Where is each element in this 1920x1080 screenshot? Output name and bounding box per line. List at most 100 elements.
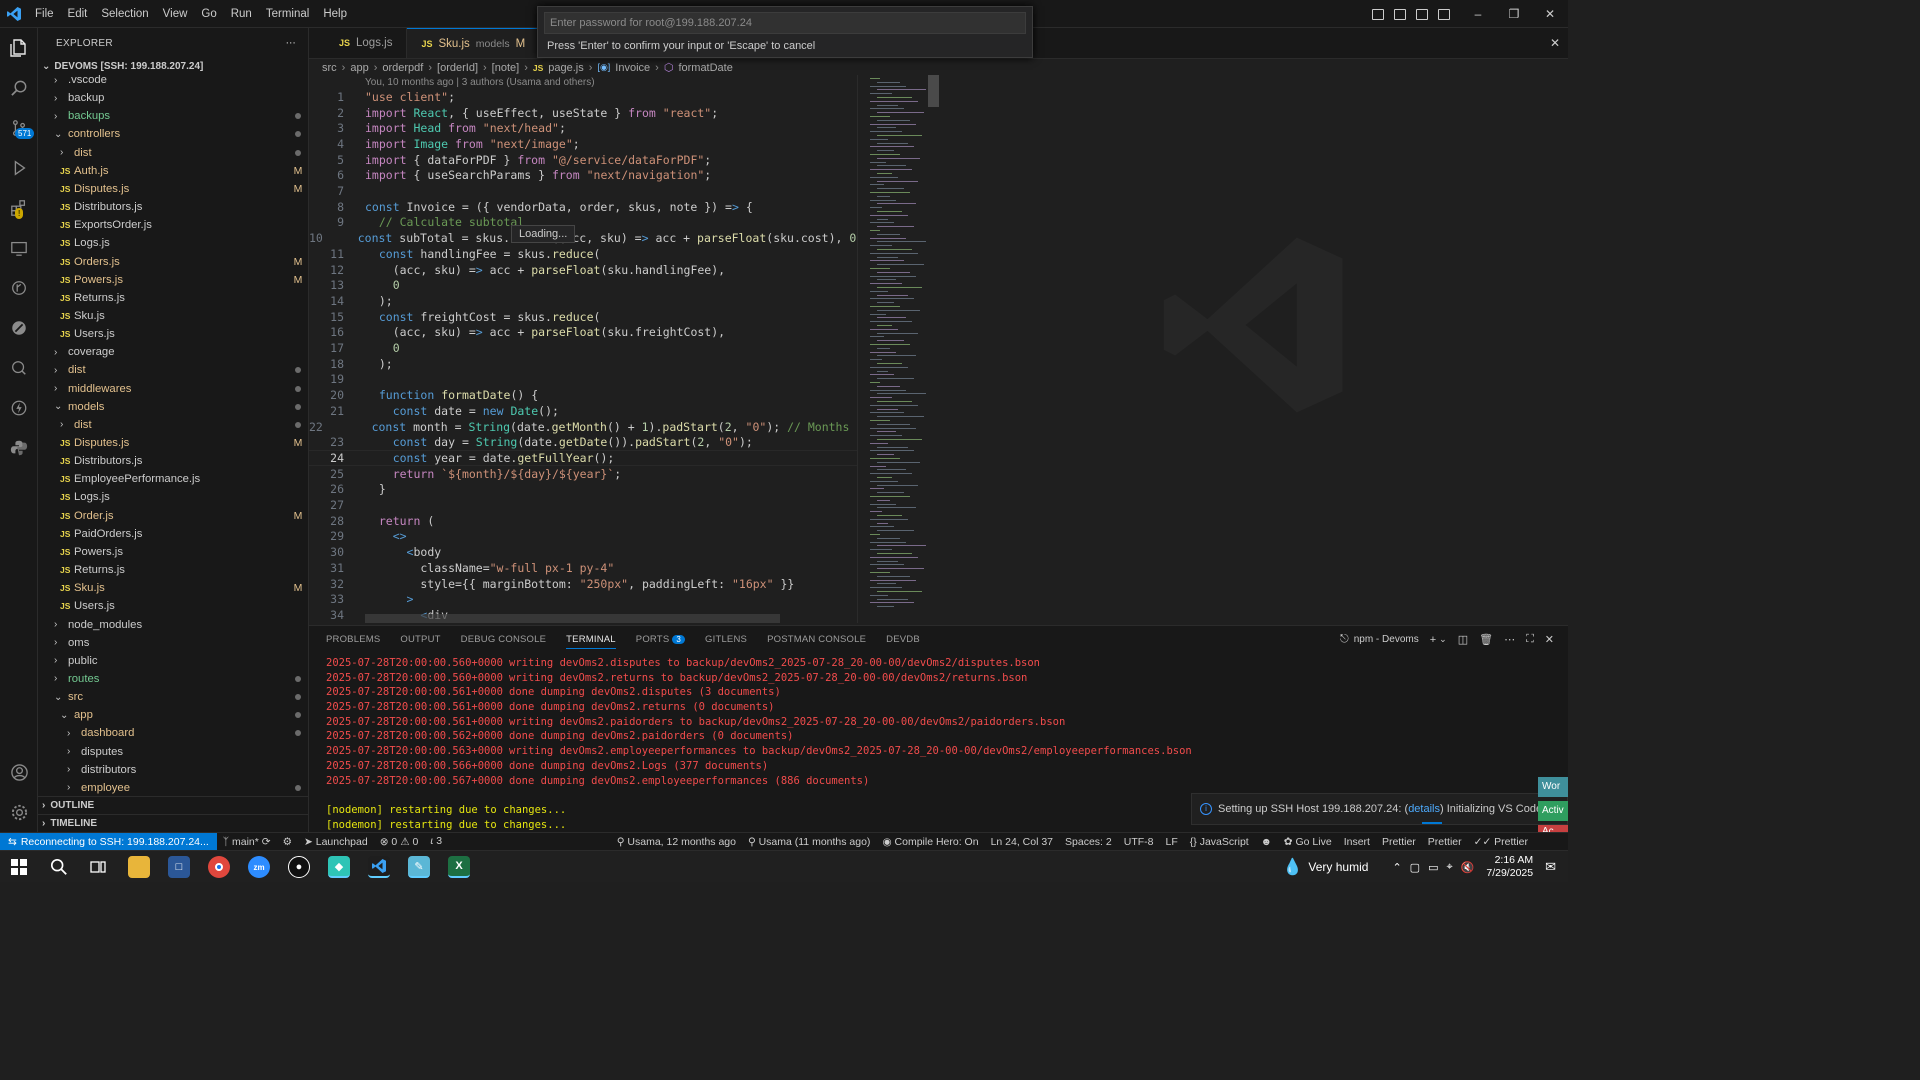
battery-icon[interactable]: ▭ xyxy=(1428,861,1438,874)
breadcrumb-item[interactable]: src xyxy=(322,62,337,74)
gitlens-icon[interactable] xyxy=(7,276,31,300)
folder-item[interactable]: › coverage xyxy=(38,343,308,361)
remote-indicator[interactable]: ⇆ Reconnecting to SSH: 199.188.207.24... xyxy=(0,832,217,851)
menu-terminal[interactable]: Terminal xyxy=(259,0,316,28)
windows-start-icon[interactable] xyxy=(8,856,30,878)
file-item[interactable]: JS ExportsOrder.js xyxy=(38,216,308,234)
folder-item[interactable]: › dist xyxy=(38,416,308,434)
encoding[interactable]: UTF-8 xyxy=(1118,836,1160,848)
trash-icon[interactable]: 🗑 xyxy=(1479,633,1493,646)
file-item[interactable]: JS Distributors.js xyxy=(38,452,308,470)
timeline-section[interactable]: › TIMELINE xyxy=(38,814,308,832)
minimap-slider[interactable] xyxy=(928,75,939,107)
side-badge-work[interactable]: Wor xyxy=(1538,777,1568,797)
restore-button[interactable]: ❐ xyxy=(1496,0,1532,28)
horizontal-scrollbar[interactable] xyxy=(365,614,780,623)
file-item[interactable]: JS Logs.js xyxy=(38,234,308,252)
side-badge-active[interactable]: Activ xyxy=(1538,801,1568,821)
menu-view[interactable]: View xyxy=(156,0,195,28)
gitlens-blame-codelens[interactable]: You, 10 months ago | 3 authors (Usama an… xyxy=(365,77,595,88)
tab-debug-console[interactable]: DEBUG CONSOLE xyxy=(461,634,546,649)
folder-item[interactable]: › disputes xyxy=(38,743,308,761)
outline-section[interactable]: › OUTLINE xyxy=(38,796,308,814)
breadcrumb-item[interactable]: [orderId] xyxy=(437,62,478,74)
tab-devdb[interactable]: DEVDB xyxy=(886,634,920,649)
menu-edit[interactable]: Edit xyxy=(61,0,95,28)
copilot-icon[interactable]: ☻ xyxy=(1255,836,1278,848)
tab-output[interactable]: OUTPUT xyxy=(400,634,440,649)
password-input[interactable] xyxy=(544,12,1026,34)
chevron-up-icon[interactable]: ⌃ xyxy=(1392,861,1401,874)
more-actions-icon[interactable]: ⋯ xyxy=(1504,633,1515,646)
minimize-button[interactable]: – xyxy=(1460,0,1496,28)
end-of-line[interactable]: LF xyxy=(1159,836,1183,848)
tab-terminal[interactable]: TERMINAL xyxy=(566,634,616,649)
forwarded-ports[interactable]: 𝜄 3 xyxy=(424,835,448,848)
settings-gear-icon[interactable] xyxy=(7,800,31,824)
notifications-icon[interactable]: ✉ xyxy=(1545,859,1556,875)
blame-author-item[interactable]: ⚲ Usama, 12 months ago xyxy=(611,836,742,848)
prettier-item-2[interactable]: Prettier xyxy=(1422,836,1468,848)
git-branch[interactable]: ᛉ main* ⟳ xyxy=(217,836,277,848)
prettier-item-3[interactable]: ✓✓ Prettier xyxy=(1468,836,1568,848)
menu-help[interactable]: Help xyxy=(316,0,354,28)
file-item[interactable]: JS Order.js M xyxy=(38,507,308,525)
breadcrumb-item[interactable]: app xyxy=(350,62,368,74)
app-circle-icon[interactable]: ● xyxy=(288,856,310,878)
split-terminal-icon[interactable]: ◫ xyxy=(1458,633,1468,646)
file-item[interactable]: JS Disputes.js M xyxy=(38,434,308,452)
file-item[interactable]: JS Powers.js M xyxy=(38,271,308,289)
minimap[interactable] xyxy=(857,75,939,623)
folder-item[interactable]: › dist xyxy=(38,361,308,379)
maximize-panel-icon[interactable]: ⛶ xyxy=(1526,633,1534,646)
tab-ports[interactable]: PORTS 3 xyxy=(636,634,686,649)
new-terminal-icon[interactable]: + xyxy=(1430,634,1436,646)
folder-item[interactable]: › oms xyxy=(38,634,308,652)
folder-item[interactable]: › backup xyxy=(38,89,308,107)
folder-item[interactable]: ⌄ app xyxy=(38,706,308,724)
file-item[interactable]: JS Returns.js xyxy=(38,289,308,307)
volume-muted-icon[interactable]: 🔇 xyxy=(1461,861,1475,874)
file-item[interactable]: JS Disputes.js M xyxy=(38,180,308,198)
file-explorer-icon[interactable] xyxy=(128,856,150,878)
folder-item[interactable]: ⌄ controllers xyxy=(38,125,308,143)
commit-author-item[interactable]: ⚲ Usama (11 months ago) xyxy=(742,836,876,848)
folder-item[interactable]: › distributors xyxy=(38,761,308,779)
git-graph-icon[interactable]: ⚙ xyxy=(277,836,298,848)
vscode-taskbar-icon[interactable] xyxy=(368,856,390,878)
breadcrumb-item[interactable]: Invoice xyxy=(615,62,650,74)
folder-item[interactable]: › employee xyxy=(38,779,308,797)
network-icon[interactable]: ▢ xyxy=(1410,861,1420,874)
problems-indicator[interactable]: ⊗ 0 ⚠ 0 xyxy=(374,836,425,848)
chrome-icon[interactable] xyxy=(208,856,230,878)
indentation[interactable]: Spaces: 2 xyxy=(1059,836,1118,848)
breadcrumb-item[interactable]: page.js xyxy=(548,62,583,74)
remote-explorer-icon[interactable] xyxy=(7,236,31,260)
search-icon[interactable] xyxy=(7,76,31,100)
insert-mode[interactable]: Insert xyxy=(1338,836,1376,848)
tab-sku-js[interactable]: JS Sku.js models M xyxy=(407,28,541,58)
store-icon[interactable]: □ xyxy=(168,856,190,878)
thunder-client-icon[interactable] xyxy=(7,396,31,420)
folder-item[interactable]: › dist xyxy=(38,144,308,162)
folder-item[interactable]: › middlewares xyxy=(38,380,308,398)
details-link[interactable]: details xyxy=(1408,803,1440,815)
file-item[interactable]: JS Sku.js M xyxy=(38,579,308,597)
folder-item[interactable]: › dashboard xyxy=(38,724,308,742)
tab-logs-js[interactable]: JS Logs.js xyxy=(309,28,408,58)
python-icon[interactable] xyxy=(7,436,31,460)
file-item[interactable]: JS PaidOrders.js xyxy=(38,525,308,543)
folder-item[interactable]: › public xyxy=(38,652,308,670)
go-live-item[interactable]: ✿ Go Live xyxy=(1278,836,1338,848)
file-item[interactable]: JS Logs.js xyxy=(38,488,308,506)
toggle-primary-sidebar-icon[interactable] xyxy=(1394,8,1406,20)
customize-layout-icon[interactable] xyxy=(1372,8,1384,20)
excel-icon[interactable]: X xyxy=(448,856,470,878)
folder-item[interactable]: › node_modules xyxy=(38,616,308,634)
file-item[interactable]: JS Sku.js xyxy=(38,307,308,325)
notepad-icon[interactable]: ✎ xyxy=(408,856,430,878)
more-actions-icon[interactable]: ⋯ xyxy=(286,38,296,49)
compile-hero-item[interactable]: ◉ Compile Hero: On xyxy=(876,836,984,848)
folder-item[interactable]: › routes xyxy=(38,670,308,688)
language-mode[interactable]: {} JavaScript xyxy=(1184,836,1255,848)
